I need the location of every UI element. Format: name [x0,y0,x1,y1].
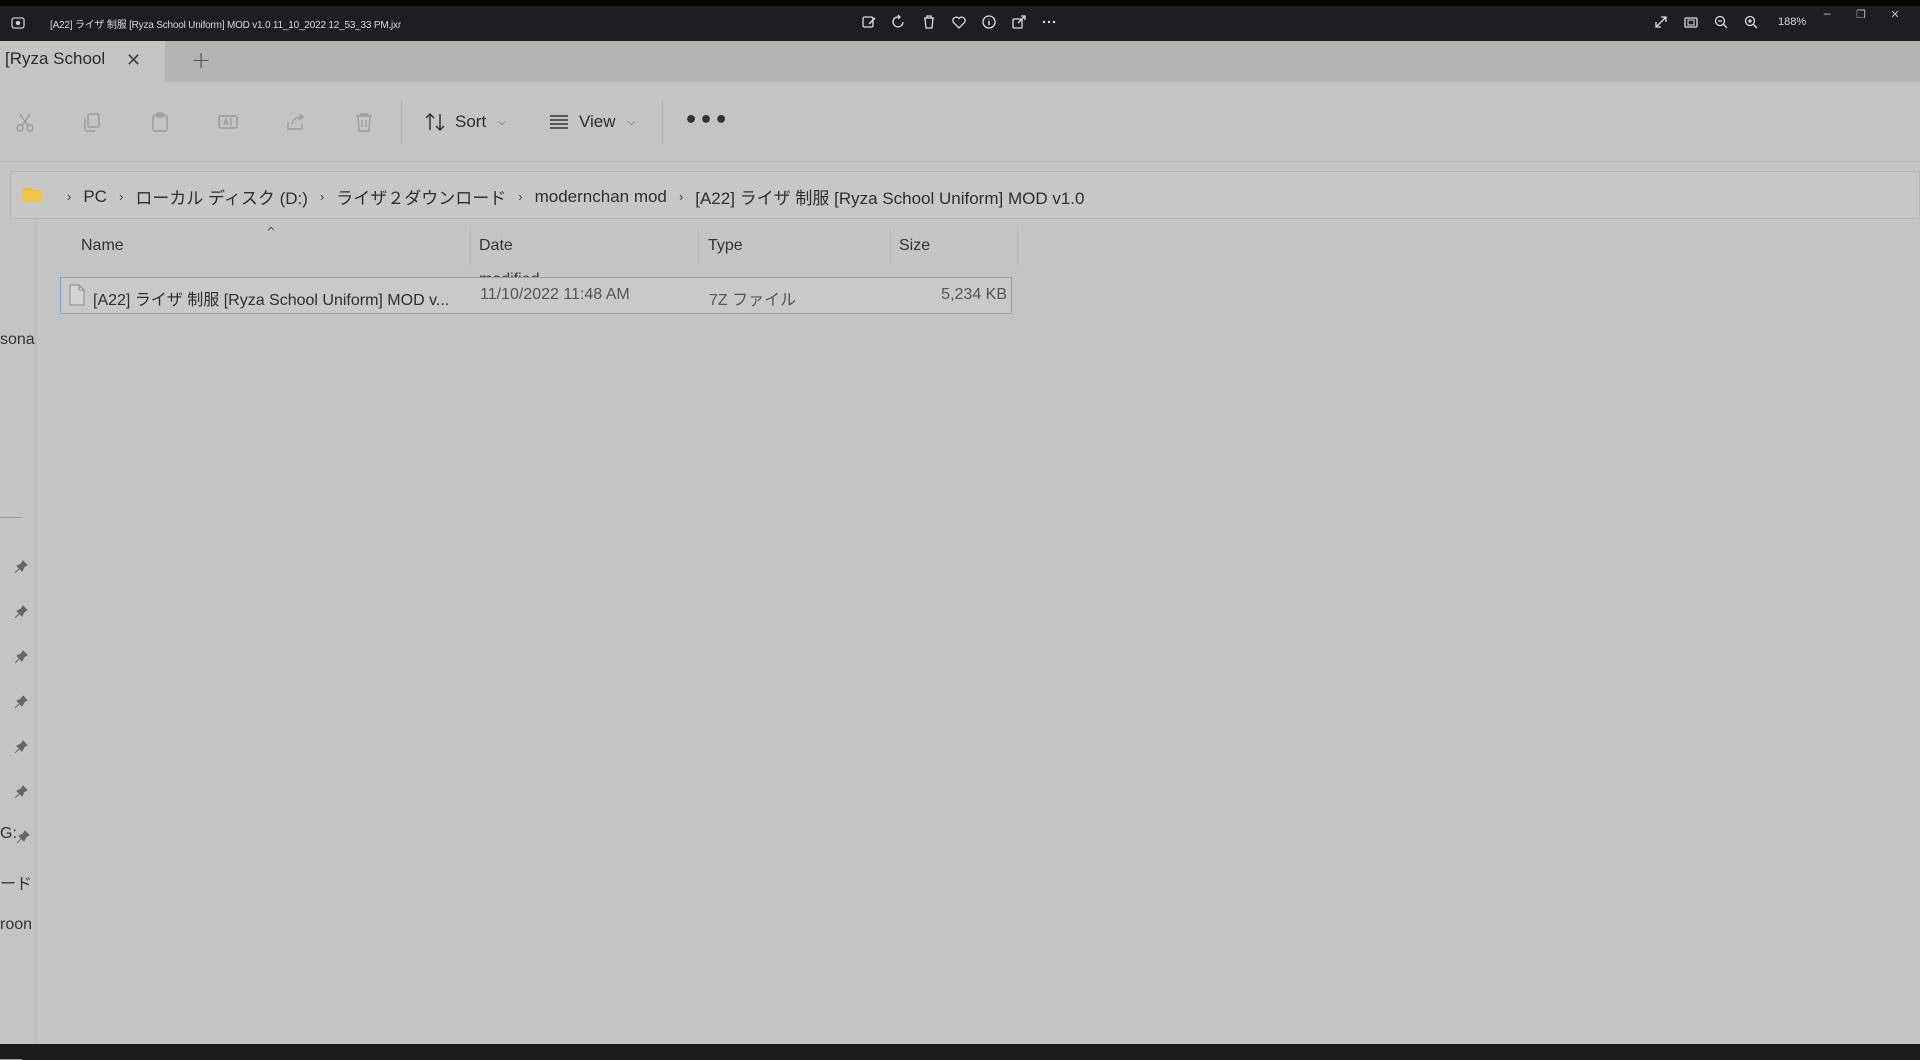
breadcrumb-separator: › [518,189,523,204]
viewer-title: [A22] ライザ 制服 [Ryza School Uniform] MOD v… [50,20,401,31]
breadcrumb-separator: › [118,189,124,204]
column-divider[interactable] [1017,229,1018,265]
pin-icon[interactable] [15,829,31,845]
navigation-pane: sona G: ード roon [0,221,36,1060]
table-row[interactable]: [A22] ライザ 制服 [Ryza School Uniform] MOD v… [60,277,1012,314]
more-icon[interactable] [1040,13,1058,31]
copy-icon[interactable] [80,110,104,134]
file-icon [69,284,85,306]
new-tab-button[interactable]: + [191,46,211,74]
tab-label: [Ryza School [5,49,106,68]
more-options-button[interactable]: ••• [684,108,729,133]
breadcrumb-current-folder[interactable]: [A22] ライザ 制服 [Ryza School Uniform] MOD v… [695,184,1084,209]
toolbar-divider [662,100,663,144]
breadcrumb-modernchan-mod[interactable]: modernchan mod [535,187,667,207]
tab-ryza-school[interactable]: [Ryza School ✕ [0,41,165,82]
pin-icon[interactable] [13,694,29,710]
column-divider[interactable] [698,229,699,265]
viewer-title-bar: [A22] ライザ 制服 [Ryza School Uniform] MOD v… [0,0,1920,41]
paste-icon[interactable] [148,110,172,134]
viewer-toolbar [860,13,1058,31]
delete-file-icon[interactable] [352,110,376,134]
breadcrumb-ryza-download[interactable]: ライザ２ダウンロード [336,184,506,209]
chevron-down-icon: ⌵ [498,116,506,128]
pin-icon[interactable] [13,784,29,800]
zoom-in-icon[interactable] [1742,13,1760,31]
favorite-icon[interactable] [950,13,968,31]
column-name[interactable]: Name [81,229,124,263]
tab-strip: [Ryza School ✕ + [0,41,1920,82]
nav-item-partial[interactable]: sona [0,331,35,349]
rename-icon[interactable] [216,110,240,134]
file-name: [A22] ライザ 制服 [Ryza School Uniform] MOD v… [93,292,450,309]
tab-close-icon[interactable]: ✕ [126,50,141,71]
sort-icon [425,112,445,132]
file-size: 5,234 KB [941,286,1007,303]
pin-icon[interactable] [13,604,29,620]
view-list-icon [550,115,568,129]
column-divider[interactable] [470,229,471,265]
viewer-zoom-tools: 188% [1652,13,1806,31]
zoom-out-icon[interactable] [1712,13,1730,31]
file-type: 7Z ファイル [709,292,797,309]
rotate-icon[interactable] [890,13,908,31]
restore-icon[interactable]: ❐ [1854,8,1868,22]
share-icon[interactable] [1010,13,1028,31]
share-file-icon[interactable] [284,110,308,134]
toolbar-divider [401,100,402,144]
column-type[interactable]: Type [708,229,743,263]
column-date-modified[interactable]: Date modified [479,229,539,288]
explorer-screenshot: [Ryza School ✕ + Sort ⌵ View ⌵ ••• › PC [0,41,1920,1060]
pin-icon[interactable] [13,649,29,665]
folder-icon [22,188,42,202]
nav-item-partial[interactable]: ード [0,870,32,894]
close-window-icon[interactable]: ✕ [1888,8,1902,22]
photos-app-icon[interactable] [11,15,25,29]
column-divider[interactable] [890,229,891,265]
delete-icon[interactable] [920,13,938,31]
nav-item-partial[interactable]: roon [0,916,32,934]
command-bar: Sort ⌵ View ⌵ ••• [0,82,1920,162]
pin-icon[interactable] [13,559,29,575]
window-controls: ─ ❐ ✕ [1820,8,1902,22]
view-button[interactable]: View ⌵ [547,108,635,136]
edit-icon[interactable] [860,13,878,31]
sort-button[interactable]: Sort ⌵ [423,108,506,136]
address-bar[interactable]: › PC › ローカル ディスク (D:) › ライザ２ダウンロード › mod… [10,171,1920,219]
fit-icon[interactable] [1682,13,1700,31]
breadcrumb-separator: › [67,189,72,204]
nav-divider [0,517,22,518]
pin-icon[interactable] [13,739,29,755]
fullscreen-icon[interactable] [1652,13,1670,31]
breadcrumb-separator: › [319,189,325,204]
view-label: View [579,112,616,131]
sort-label: Sort [455,112,487,131]
breadcrumb-pc[interactable]: PC [83,187,107,207]
minimize-icon[interactable]: ─ [1820,8,1834,22]
file-date: 11/10/2022 11:48 AM [480,286,630,303]
column-size[interactable]: Size [899,229,930,263]
zoom-level[interactable]: 188% [1778,16,1806,28]
breadcrumb: › PC › ローカル ディスク (D:) › ライザ２ダウンロード › mod… [55,184,1084,209]
cut-icon[interactable] [13,110,37,134]
sort-ascending-icon: ^ [266,225,277,239]
info-icon[interactable] [980,13,998,31]
breadcrumb-local-disk[interactable]: ローカル ディスク (D:) [135,184,308,209]
chevron-down-icon: ⌵ [627,116,636,128]
breadcrumb-separator: › [678,189,684,204]
